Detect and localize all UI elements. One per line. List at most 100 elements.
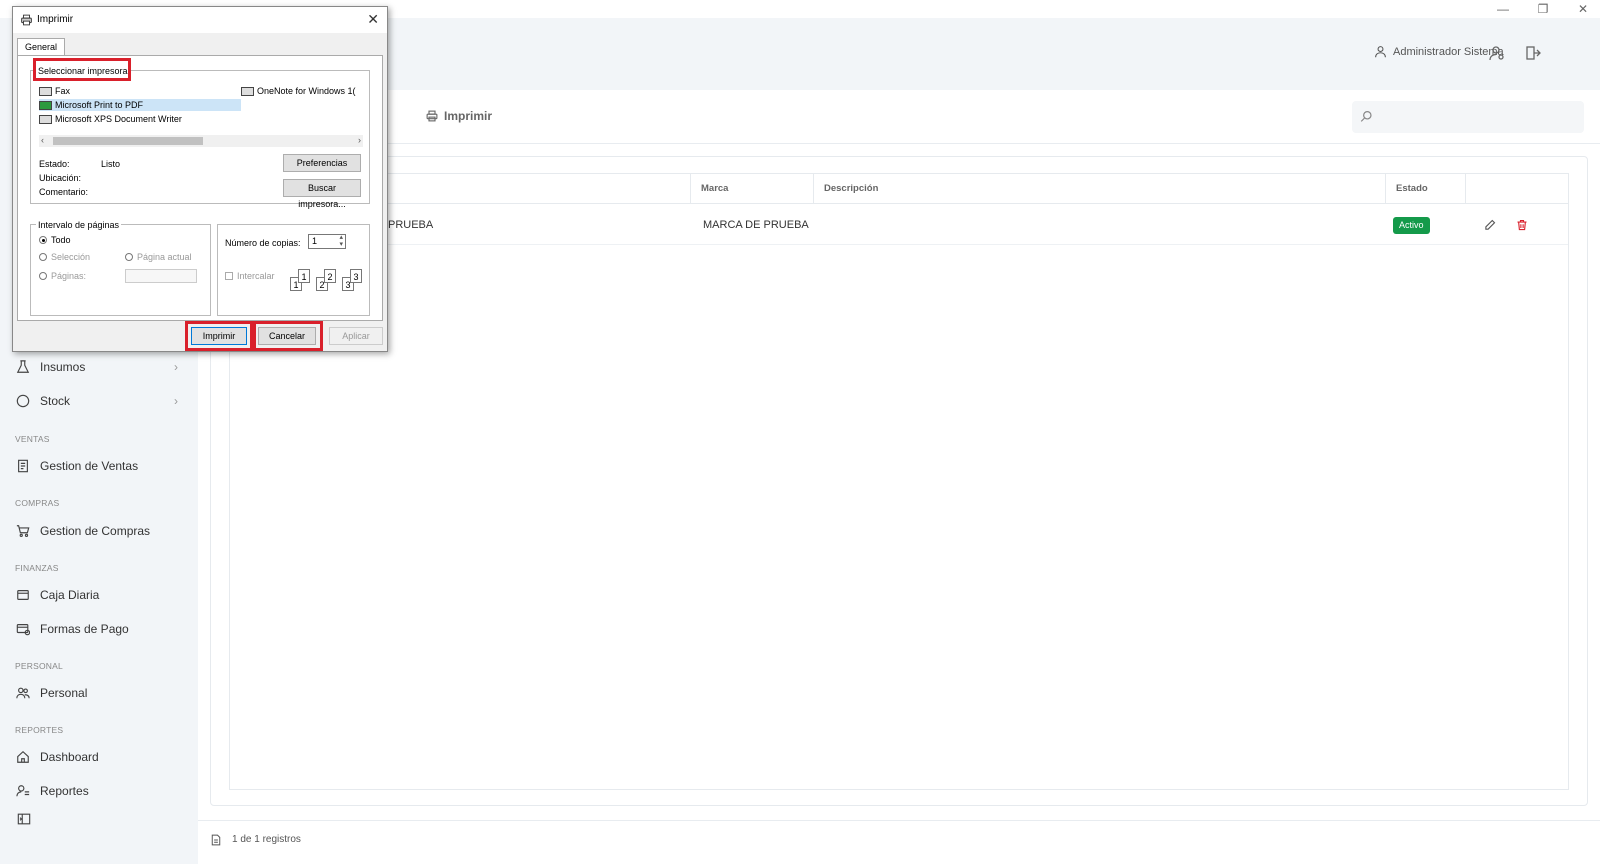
sidebar-item-reportes[interactable]: Reportes bbox=[16, 784, 89, 798]
restore-button[interactable]: ❐ bbox=[1536, 2, 1550, 16]
radio-pages[interactable]: Páginas: bbox=[39, 271, 86, 281]
scrollbar-thumb[interactable] bbox=[53, 137, 203, 145]
print-button[interactable]: Imprimir bbox=[426, 109, 492, 123]
printer-item-xps[interactable]: Microsoft XPS Document Writer bbox=[39, 113, 182, 125]
tab-general[interactable]: General bbox=[17, 38, 65, 56]
table-card: Marca Descripción Estado PRUEBA MARCA DE… bbox=[210, 156, 1588, 806]
user-settings-icon[interactable] bbox=[1489, 45, 1505, 61]
sidebar-item-dashboard[interactable]: Dashboard bbox=[16, 750, 99, 764]
radio-icon bbox=[39, 253, 47, 261]
pages-input[interactable] bbox=[125, 269, 197, 283]
radio-current-page[interactable]: Página actual bbox=[125, 252, 192, 262]
sidebar-item-label: Caja Diaria bbox=[40, 588, 100, 602]
edit-icon[interactable] bbox=[1484, 219, 1496, 231]
section-finanzas: FINANZAS bbox=[15, 563, 59, 573]
radio-selection[interactable]: Selección bbox=[39, 252, 90, 262]
chevron-right-icon: › bbox=[174, 394, 178, 408]
search-icon bbox=[1360, 111, 1372, 122]
card-icon bbox=[16, 624, 30, 636]
copies-stepper[interactable]: 1 ▴ ▾ bbox=[308, 234, 346, 249]
flask-icon bbox=[16, 360, 30, 373]
sidebar-item-label: Dashboard bbox=[40, 750, 99, 764]
sidebar-item-caja-diaria[interactable]: Caja Diaria bbox=[16, 588, 99, 602]
column-header-marca[interactable]: Marca bbox=[690, 174, 813, 204]
cell-name: PRUEBA bbox=[388, 219, 434, 231]
sidebar-item-personal[interactable]: Personal bbox=[16, 686, 87, 700]
radio-label: Todo bbox=[51, 235, 71, 245]
table-header: Marca Descripción Estado bbox=[230, 174, 1568, 204]
report-icon bbox=[16, 785, 30, 797]
home-icon bbox=[17, 750, 29, 763]
column-header-estado[interactable]: Estado bbox=[1385, 174, 1465, 204]
circle-icon bbox=[16, 394, 30, 408]
printer-list-scrollbar[interactable]: ‹ › bbox=[39, 135, 363, 147]
sidebar-item-stock[interactable]: Stock bbox=[16, 394, 70, 408]
location-label: Ubicación: bbox=[39, 173, 82, 183]
printer-label: Microsoft XPS Document Writer bbox=[55, 114, 182, 124]
sidebar-item-label: Personal bbox=[40, 686, 88, 700]
comment-label: Comentario: bbox=[39, 187, 89, 197]
sidebar-item-compras[interactable]: Gestion de Compras bbox=[16, 524, 150, 538]
sidebar-item-label: Formas de Pago bbox=[40, 622, 129, 636]
find-printer-button[interactable]: Buscar impresora... bbox=[283, 179, 361, 209]
main-content: Imprimir Marca Descripción Estado PRUEBA… bbox=[198, 90, 1600, 864]
printer-item-onenote[interactable]: OneNote for Windows 1( bbox=[241, 85, 363, 97]
search-input[interactable] bbox=[1352, 101, 1584, 133]
printer-label: OneNote for Windows 1( bbox=[257, 86, 356, 96]
table-row[interactable]: PRUEBA MARCA DE PRUEBA Activo bbox=[230, 205, 1568, 245]
status-value: Listo bbox=[101, 159, 121, 169]
printer-list[interactable]: Fax Microsoft Print to PDF Microsoft XPS… bbox=[39, 81, 363, 133]
cash-register-icon bbox=[17, 590, 29, 600]
close-window-button[interactable]: ✕ bbox=[1576, 2, 1590, 16]
print-dialog: Imprimir ✕ General Fax Microsoft Print t… bbox=[12, 6, 388, 352]
copies-value: 1 bbox=[312, 236, 318, 246]
select-printer-group: Fax Microsoft Print to PDF Microsoft XPS… bbox=[30, 70, 370, 209]
user-menu[interactable]: Administrador Sistema bbox=[1374, 45, 1504, 58]
printer-icon bbox=[21, 14, 32, 26]
page-icon: 2 bbox=[324, 269, 336, 283]
copies-label: Número de copias: bbox=[225, 238, 301, 248]
spin-down-icon[interactable]: ▾ bbox=[339, 240, 343, 248]
footer: 1 de 1 registros bbox=[198, 820, 1600, 864]
dialog-apply-button[interactable]: Aplicar bbox=[329, 327, 383, 345]
sidebar-item-ventas[interactable]: Gestion de Ventas bbox=[16, 459, 138, 473]
records-count: 1 de 1 registros bbox=[232, 834, 301, 845]
radio-label: Selección bbox=[51, 252, 91, 262]
logout-icon[interactable] bbox=[1525, 45, 1541, 61]
printer-item-fax[interactable]: Fax bbox=[39, 85, 70, 97]
collapse-sidebar-icon[interactable] bbox=[17, 812, 31, 826]
sidebar-item-label: Insumos bbox=[40, 360, 86, 374]
fax-printer-icon bbox=[39, 86, 52, 96]
printer-item-pdf[interactable]: Microsoft Print to PDF bbox=[39, 99, 241, 111]
page-icon: 1 bbox=[298, 269, 310, 283]
print-button-label: Imprimir bbox=[444, 109, 493, 123]
radio-label: Página actual bbox=[137, 252, 192, 262]
status-badge: Activo bbox=[1393, 217, 1430, 234]
scroll-right-icon[interactable]: › bbox=[358, 135, 361, 145]
users-icon bbox=[16, 687, 30, 699]
section-compras: COMPRAS bbox=[15, 498, 60, 508]
sidebar-item-insumos[interactable]: Insumos bbox=[16, 360, 85, 374]
general-tab-panel: Fax Microsoft Print to PDF Microsoft XPS… bbox=[17, 55, 383, 321]
scroll-left-icon[interactable]: ‹ bbox=[41, 135, 44, 145]
dialog-close-button[interactable]: ✕ bbox=[367, 11, 379, 28]
printer-icon bbox=[426, 110, 438, 122]
radio-all[interactable]: Todo bbox=[39, 235, 71, 245]
cell-marca: MARCA DE PRUEBA bbox=[703, 219, 809, 231]
dialog-title: Imprimir bbox=[37, 14, 74, 25]
status-label: Estado: bbox=[39, 159, 70, 169]
column-header-descripcion[interactable]: Descripción bbox=[813, 174, 1385, 204]
highlight-cancel-button bbox=[253, 321, 323, 351]
preferences-button[interactable]: Preferencias bbox=[283, 154, 361, 172]
sidebar-item-formas-pago[interactable]: Formas de Pago bbox=[16, 622, 129, 636]
window-controls: — ❐ ✕ bbox=[1496, 0, 1590, 18]
printer-icon bbox=[39, 114, 52, 124]
page-range-label: Intervalo de páginas bbox=[36, 220, 122, 230]
delete-icon[interactable] bbox=[1516, 219, 1528, 231]
minimize-button[interactable]: — bbox=[1496, 2, 1510, 16]
printer-icon bbox=[241, 86, 254, 96]
dialog-titlebar: Imprimir ✕ bbox=[13, 7, 387, 33]
collate-checkbox[interactable]: Intercalar bbox=[225, 271, 275, 281]
highlight-print-button bbox=[185, 321, 253, 351]
checkbox-icon bbox=[225, 272, 233, 280]
